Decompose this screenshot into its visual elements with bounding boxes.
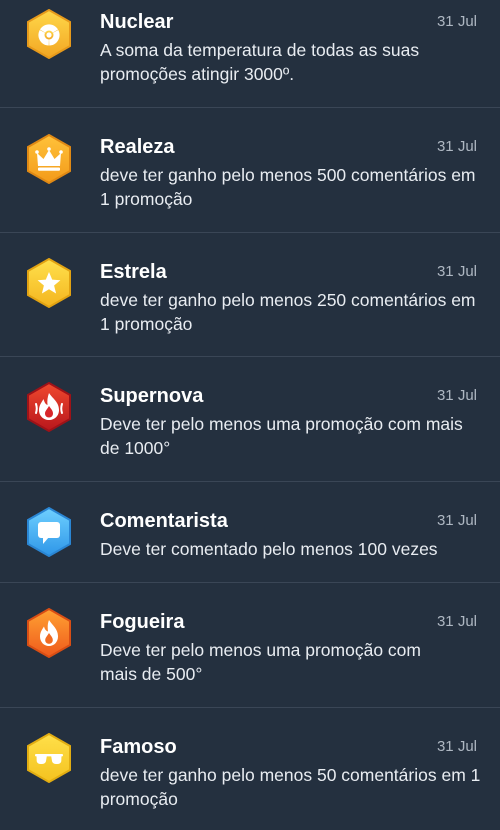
achievement-description: deve ter ganho pelo menos 250 comentário…	[100, 290, 476, 334]
achievement-date: 31 Jul	[436, 138, 477, 155]
achievement-list: Nuclear 31 Jul A soma da temperatura de …	[0, 0, 500, 830]
list-item-comentarista[interactable]: Comentarista 31 Jul Deve ter comentado p…	[0, 482, 500, 583]
achievement-description: Deve ter pelo menos uma promoção com mai…	[100, 640, 421, 684]
achievement-date: 31 Jul	[436, 613, 477, 630]
sunglasses-icon	[24, 733, 74, 783]
supernova-flame-icon	[24, 382, 74, 432]
achievement-title: Realeza	[100, 136, 175, 158]
achievement-description: Deve ter pelo menos uma promoção com mai…	[100, 414, 463, 458]
achievement-title: Estrela	[100, 261, 167, 283]
achievement-date: 31 Jul	[436, 263, 477, 280]
flame-icon	[24, 608, 74, 658]
crown-icon	[24, 134, 74, 184]
list-item-nuclear[interactable]: Nuclear 31 Jul A soma da temperatura de …	[0, 0, 500, 108]
achievement-description: A soma da temperatura de todas as suas p…	[100, 40, 420, 84]
radiation-icon	[24, 9, 74, 59]
achievement-description: deve ter ganho pelo menos 50 comentários…	[100, 765, 481, 809]
star-icon	[24, 258, 74, 308]
achievement-title: Famoso	[100, 736, 177, 758]
achievement-description: deve ter ganho pelo menos 500 comentário…	[100, 165, 476, 209]
achievement-date: 31 Jul	[436, 13, 477, 30]
list-item-supernova[interactable]: Supernova 31 Jul Deve ter pelo menos uma…	[0, 357, 500, 482]
list-item-famoso[interactable]: Famoso 31 Jul deve ter ganho pelo menos …	[0, 708, 500, 830]
list-item-fogueira[interactable]: Fogueira 31 Jul Deve ter pelo menos uma …	[0, 583, 500, 708]
achievement-title: Nuclear	[100, 11, 174, 33]
achievement-date: 31 Jul	[436, 512, 477, 529]
achievement-title: Comentarista	[100, 510, 228, 532]
achievement-title: Supernova	[100, 385, 204, 407]
achievement-description: Deve ter comentado pelo menos 100 vezes	[100, 539, 438, 559]
achievement-title: Fogueira	[100, 611, 185, 633]
list-item-realeza[interactable]: Realeza 31 Jul deve ter ganho pelo menos…	[0, 108, 500, 233]
list-item-estrela[interactable]: Estrela 31 Jul deve ter ganho pelo menos…	[0, 233, 500, 357]
achievement-date: 31 Jul	[436, 738, 477, 755]
achievement-date: 31 Jul	[436, 387, 477, 404]
comment-bubble-icon	[24, 507, 74, 557]
